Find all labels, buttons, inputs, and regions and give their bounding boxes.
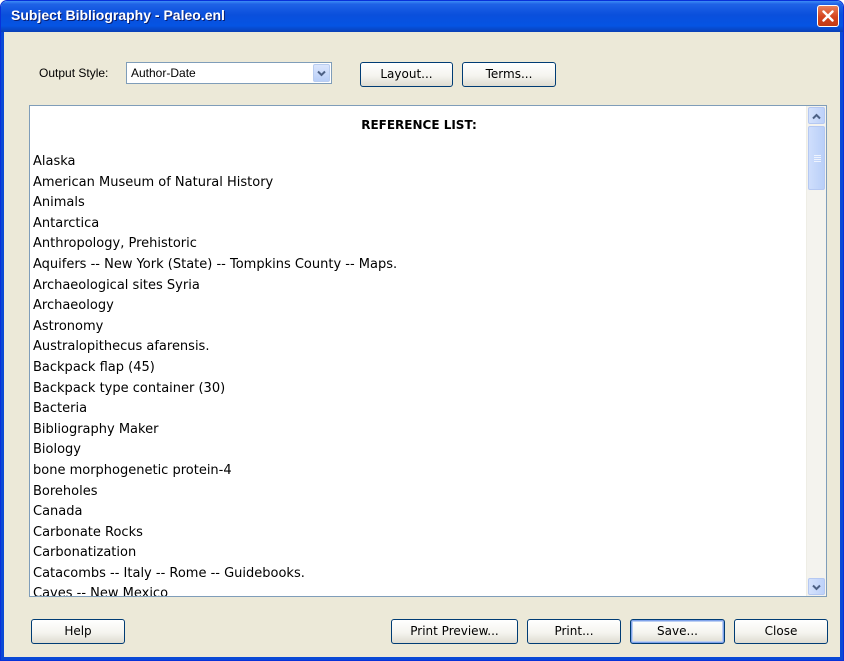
reference-list-item: Backpack type container (30): [33, 380, 226, 396]
reference-list-item: Bibliography Maker: [33, 421, 159, 437]
reference-list-item: Biology: [33, 442, 81, 458]
output-style-value: Author-Date: [131, 66, 196, 80]
reference-list-item: bone morphogenetic protein-4: [33, 462, 232, 478]
scroll-down-button[interactable]: [808, 578, 825, 595]
chevron-up-icon: [812, 113, 821, 120]
reference-list-item: Astronomy: [33, 318, 104, 334]
help-button[interactable]: Help: [31, 619, 125, 644]
reference-list-item: Aquifers -- New York (State) -- Tompkins…: [33, 256, 398, 272]
reference-list-item: Carbonate Rocks: [33, 524, 143, 540]
reference-list-item: Canada: [33, 504, 83, 520]
scroll-thumb[interactable]: [808, 126, 825, 190]
close-button[interactable]: Close: [734, 619, 828, 644]
reference-list-item: Archaeology: [33, 298, 114, 314]
title-bar[interactable]: Subject Bibliography - Paleo.enl: [1, 1, 843, 32]
layout-button[interactable]: Layout...: [360, 62, 453, 87]
vertical-scrollbar[interactable]: [806, 106, 826, 596]
subject-bibliography-dialog: Subject Bibliography - Paleo.enl Output …: [0, 0, 844, 661]
reference-list-item: Carbonatization: [33, 545, 137, 561]
reference-list-item: Caves -- New Mexico: [33, 586, 169, 597]
reference-list-item: Backpack flap (45): [33, 359, 155, 375]
reference-list-item: Boreholes: [33, 483, 98, 499]
reference-list-box[interactable]: REFERENCE LIST: Alaska American Museum of…: [29, 105, 827, 597]
reference-list-item: Antarctica: [33, 215, 100, 231]
scroll-up-button[interactable]: [808, 107, 825, 124]
output-style-dropdown-button[interactable]: [313, 64, 330, 82]
save-button[interactable]: Save...: [630, 619, 725, 644]
print-button[interactable]: Print...: [527, 619, 621, 644]
print-preview-button[interactable]: Print Preview...: [391, 619, 518, 644]
output-style-label: Output Style:: [39, 66, 109, 80]
terms-button[interactable]: Terms...: [462, 62, 556, 87]
reference-list-item: Alaska: [33, 154, 76, 169]
chevron-down-icon: [812, 584, 821, 591]
reference-list-item: Catacombs -- Italy -- Rome -- Guidebooks…: [33, 565, 305, 581]
reference-list-item: Archaeological sites Syria: [33, 277, 200, 293]
close-icon: [822, 10, 834, 22]
reference-list-item: Bacteria: [33, 401, 88, 417]
chevron-down-icon: [317, 70, 326, 77]
frame-bottom: [1, 657, 843, 660]
reference-list-title: REFERENCE LIST:: [361, 118, 477, 132]
reference-list-item: Anthropology, Prehistoric: [33, 236, 197, 252]
frame-left: [1, 32, 4, 660]
window-title: Subject Bibliography - Paleo.enl: [11, 7, 225, 23]
output-style-select[interactable]: Author-Date: [126, 62, 332, 84]
reference-list-item: Australopithecus afarensis.: [33, 339, 210, 355]
reference-list-item: American Museum of Natural History: [33, 174, 274, 190]
close-window-button[interactable]: [817, 5, 839, 27]
reference-list-item: Animals: [33, 195, 85, 211]
frame-right: [840, 32, 843, 660]
reference-list: Alaska American Museum of Natural History…: [33, 152, 398, 597]
